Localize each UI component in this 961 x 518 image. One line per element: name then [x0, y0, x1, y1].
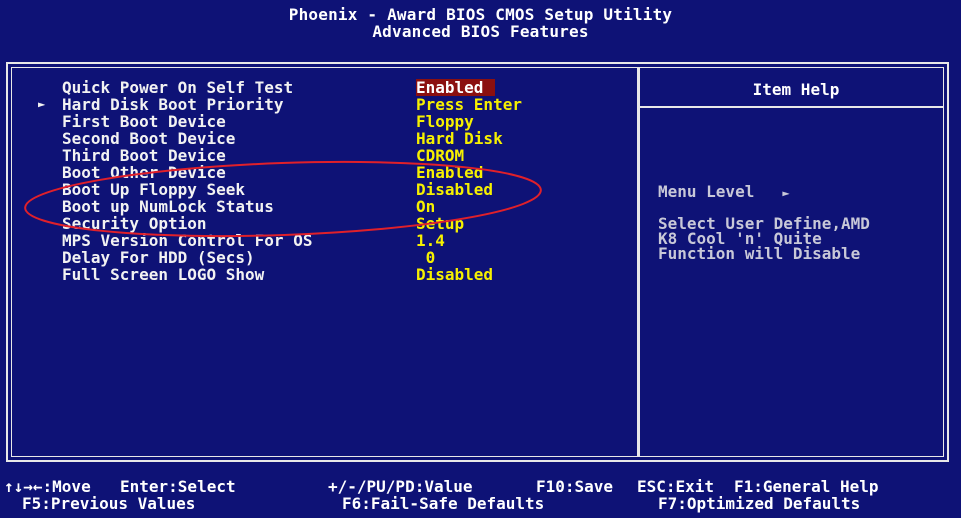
- menu-level-label: Menu Level: [658, 182, 755, 201]
- key-value: +/-/PU/PD:Value: [328, 477, 473, 496]
- setting-value[interactable]: Floppy: [416, 113, 474, 130]
- help-title-divider: [640, 106, 944, 108]
- bios-screen: Phoenix - Award BIOS CMOS Setup Utility …: [0, 0, 961, 518]
- setting-label: Delay For HDD (Secs): [62, 248, 255, 267]
- settings-frame: Item Help Menu Level ► Select User Define…: [6, 62, 949, 462]
- menu-level-arrow-icon: ►: [782, 186, 790, 200]
- pane-divider: [637, 67, 640, 457]
- setting-value[interactable]: Setup: [416, 215, 464, 232]
- setting-label: Hard Disk Boot Priority: [62, 95, 284, 114]
- key-previous-values: F5:Previous Values: [22, 494, 196, 513]
- setting-label: Full Screen LOGO Show: [62, 265, 265, 284]
- item-help-title: Item Help: [752, 80, 840, 99]
- key-optimized: F7:Optimized Defaults: [658, 494, 861, 513]
- setting-value[interactable]: 0: [416, 249, 436, 266]
- setting-label: Quick Power On Self Test: [62, 78, 294, 97]
- key-general-help: F1:General Help: [734, 477, 879, 496]
- key-save: F10:Save: [536, 477, 614, 496]
- setting-value[interactable]: Disabled: [416, 181, 493, 198]
- setting-label: Third Boot Device: [62, 146, 226, 165]
- key-exit: ESC:Exit: [637, 477, 715, 496]
- setting-label: Security Option: [62, 214, 207, 233]
- key-enter: Enter:Select: [120, 477, 236, 496]
- utility-title: Phoenix - Award BIOS CMOS Setup Utility: [288, 5, 673, 24]
- key-fail-safe: F6:Fail-Safe Defaults: [342, 494, 545, 513]
- setting-value[interactable]: Press Enter: [416, 96, 522, 113]
- setting-label: Boot up NumLock Status: [62, 197, 274, 216]
- setting-value[interactable]: 1.4: [416, 232, 445, 249]
- setting-value[interactable]: On: [416, 198, 435, 215]
- page-title: Advanced BIOS Features: [372, 22, 589, 41]
- setting-value[interactable]: Hard Disk: [416, 130, 503, 147]
- menu-level: Menu Level ►: [658, 182, 790, 201]
- setting-label: Boot Other Device: [62, 163, 226, 182]
- setting-label: Boot Up Floppy Seek: [62, 180, 246, 199]
- setting-label: First Boot Device: [62, 112, 226, 131]
- key-move: ↑↓→←:Move: [4, 477, 91, 496]
- setting-value[interactable]: Disabled: [416, 266, 493, 283]
- bios-header: Phoenix - Award BIOS CMOS Setup Utility …: [0, 6, 961, 40]
- setting-label: Second Boot Device: [62, 129, 236, 148]
- item-help-text: Select User Define,AMD K8 Cool 'n' Quite…: [658, 214, 870, 263]
- setting-label: MPS Version Control For OS: [62, 231, 313, 250]
- setting-value[interactable]: Enabled: [416, 79, 496, 96]
- submenu-arrow-icon: ►: [38, 97, 46, 111]
- setting-value[interactable]: Enabled: [416, 164, 483, 181]
- setting-value[interactable]: CDROM: [416, 147, 464, 164]
